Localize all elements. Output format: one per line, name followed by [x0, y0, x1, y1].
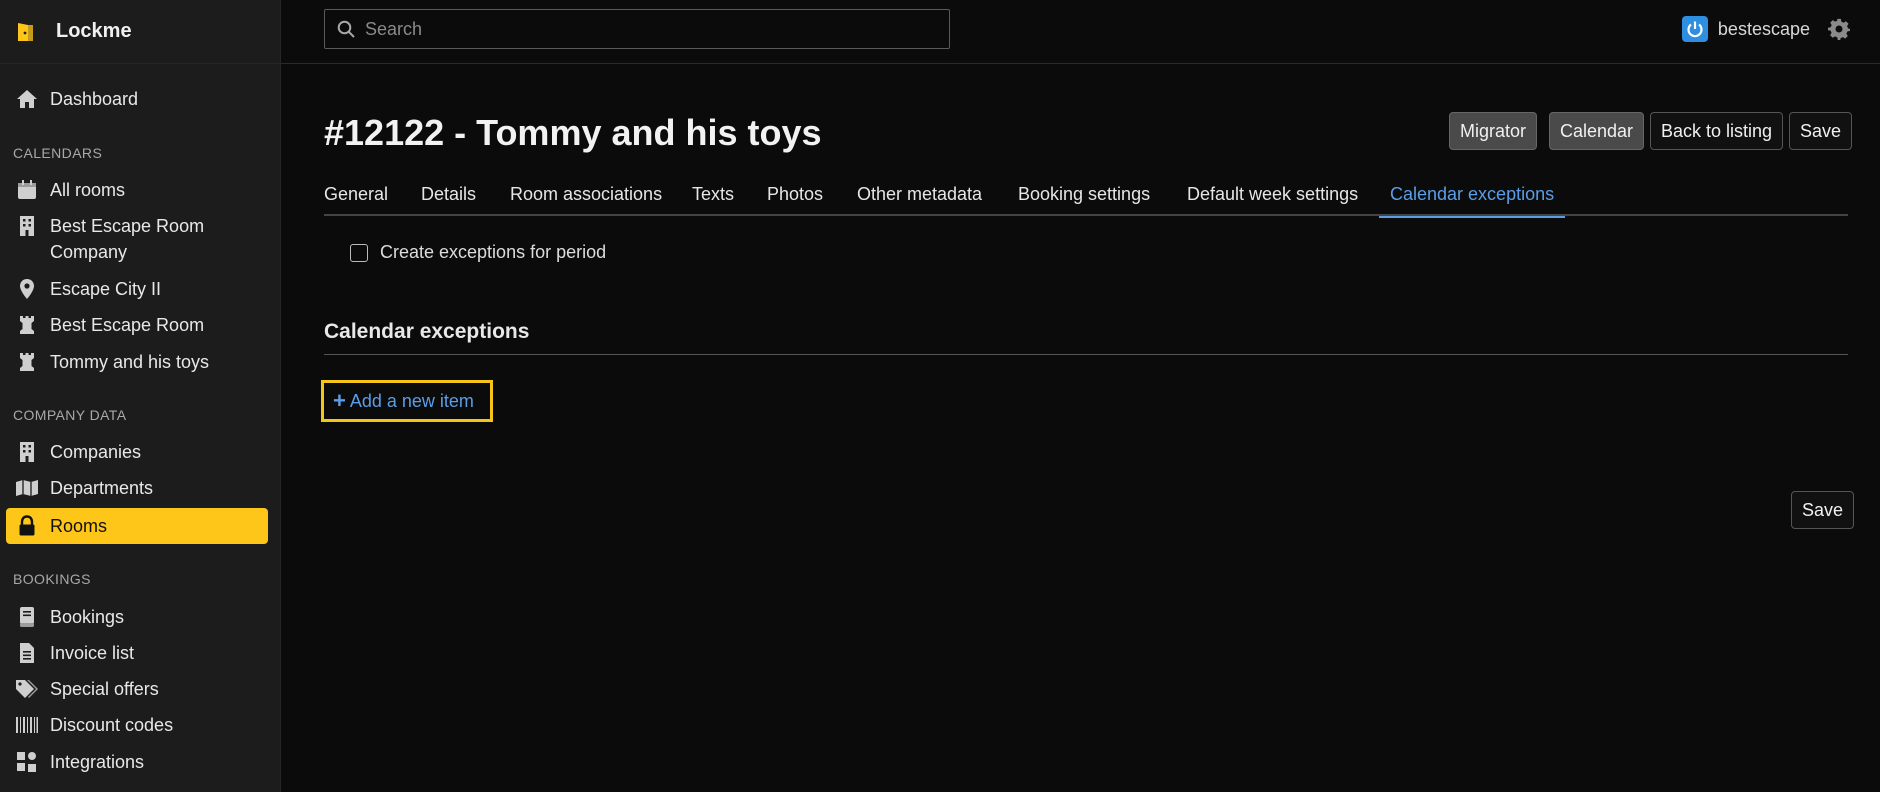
- tab-details[interactable]: Details: [421, 172, 476, 216]
- username: bestescape: [1717, 18, 1810, 39]
- sidebar-item-departments[interactable]: Departments: [6, 475, 268, 501]
- sidebar-item-label: Best Escape Room: [50, 315, 205, 335]
- book-icon: [14, 604, 40, 630]
- main-content: #12122 - Tommy and his toys Migrator Cal…: [281, 64, 1880, 792]
- plus-icon: +: [333, 388, 346, 413]
- sidebar-item-rooms[interactable]: Rooms: [6, 508, 268, 544]
- user-menu[interactable]: bestescape: [1681, 16, 1810, 42]
- home-icon: [14, 86, 40, 112]
- building-icon: [14, 439, 40, 465]
- sidebar-item-all-rooms[interactable]: All rooms: [6, 177, 268, 203]
- sidebar-item-label: Integrations: [50, 752, 145, 772]
- tab-default-week-settings[interactable]: Default week settings: [1187, 172, 1358, 216]
- search-icon: [337, 20, 355, 38]
- save-button[interactable]: Save: [1789, 112, 1853, 150]
- sidebar-item-label: Best Escape Room Company: [50, 216, 205, 262]
- sidebar-item-label: Discount codes: [50, 715, 174, 735]
- tab-general[interactable]: General: [324, 172, 388, 216]
- sidebar-item-dashboard[interactable]: Dashboard: [6, 86, 268, 112]
- migrator-button[interactable]: Migrator: [1449, 112, 1538, 150]
- topbar: bestescape: [281, 0, 1880, 64]
- sidebar-item-label: Dashboard: [50, 89, 139, 109]
- tab-booking-settings[interactable]: Booking settings: [1018, 172, 1150, 216]
- app-window: Lockme Dashboard CALENDARS All rooms Bes…: [0, 0, 1880, 792]
- tab-photos[interactable]: Photos: [767, 172, 823, 216]
- add-new-item-label: Add a new item: [349, 390, 474, 411]
- search-box[interactable]: [324, 9, 950, 49]
- add-new-item-link[interactable]: + Add a new item: [321, 380, 493, 422]
- brand-name: Lockme: [56, 20, 132, 42]
- create-exceptions-checkbox[interactable]: [350, 243, 368, 262]
- brand[interactable]: Lockme: [0, 0, 280, 64]
- sidebar: Lockme Dashboard CALENDARS All rooms Bes…: [0, 0, 281, 792]
- sidebar-item-integrations[interactable]: Integrations: [6, 749, 268, 775]
- chess-rook-icon: [14, 349, 40, 375]
- sidebar-item-special-offers[interactable]: Special offers: [6, 676, 268, 702]
- tab-bar: General Details Room associations Texts …: [324, 172, 1848, 218]
- sidebar-item-label: Bookings: [50, 607, 125, 627]
- tab-room-associations[interactable]: Room associations: [510, 172, 662, 216]
- calendar-icon: [14, 177, 40, 203]
- sidebar-item-label: Tommy and his toys: [50, 352, 210, 372]
- sidebar-item-invoice-list[interactable]: Invoice list: [6, 640, 268, 666]
- tab-texts[interactable]: Texts: [692, 172, 734, 216]
- sidebar-item-tommy-and-his-toys[interactable]: Tommy and his toys: [6, 349, 268, 375]
- sidebar-item-escape-city-ii[interactable]: Escape City II: [6, 276, 268, 302]
- section-title: Calendar exceptions: [324, 320, 1848, 355]
- sidebar-item-best-escape-room-company[interactable]: Best Escape Room Company: [6, 213, 268, 265]
- section-title-calendars: CALENDARS: [13, 145, 103, 161]
- building-icon: [14, 213, 40, 239]
- map-pin-icon: [14, 276, 40, 302]
- tags-icon: [14, 676, 40, 702]
- sidebar-item-bookings[interactable]: Bookings: [6, 604, 268, 630]
- calendar-button[interactable]: Calendar: [1549, 112, 1645, 150]
- section-title-bookings: BOOKINGS: [13, 571, 91, 587]
- sidebar-item-discount-codes[interactable]: Discount codes: [6, 712, 268, 738]
- sidebar-item-label: Special offers: [50, 679, 159, 699]
- power-icon: [1681, 16, 1708, 42]
- back-to-listing-button[interactable]: Back to listing: [1650, 112, 1784, 150]
- lock-icon: [14, 513, 40, 539]
- lockme-logo-icon: [18, 22, 33, 41]
- tab-other-metadata[interactable]: Other metadata: [857, 172, 982, 216]
- sidebar-item-companies[interactable]: Companies: [6, 439, 268, 465]
- sidebar-item-label: Departments: [50, 478, 154, 498]
- map-icon: [14, 475, 40, 501]
- gear-icon[interactable]: [1828, 18, 1850, 40]
- barcode-icon: [14, 712, 40, 738]
- tab-calendar-exceptions[interactable]: Calendar exceptions: [1379, 172, 1566, 218]
- chess-rook-icon: [14, 312, 40, 338]
- sidebar-item-label: Invoice list: [50, 643, 135, 663]
- file-icon: [14, 640, 40, 666]
- sidebar-item-best-escape-room[interactable]: Best Escape Room: [6, 312, 268, 338]
- sidebar-item-label: Companies: [50, 442, 142, 462]
- page-title: #12122 - Tommy and his toys: [324, 112, 822, 153]
- search-input[interactable]: [365, 18, 945, 40]
- checkbox-label: Create exceptions for period: [380, 242, 607, 262]
- create-exceptions-option[interactable]: Create exceptions for period: [350, 242, 606, 263]
- sidebar-item-label: Escape City II: [50, 279, 162, 299]
- sidebar-item-label: All rooms: [50, 180, 126, 200]
- bottom-save-button[interactable]: Save: [1791, 491, 1855, 529]
- puzzle-icon: [14, 749, 40, 775]
- sidebar-item-label: Rooms: [50, 516, 108, 536]
- section-title-company-data: COMPANY DATA: [13, 407, 127, 423]
